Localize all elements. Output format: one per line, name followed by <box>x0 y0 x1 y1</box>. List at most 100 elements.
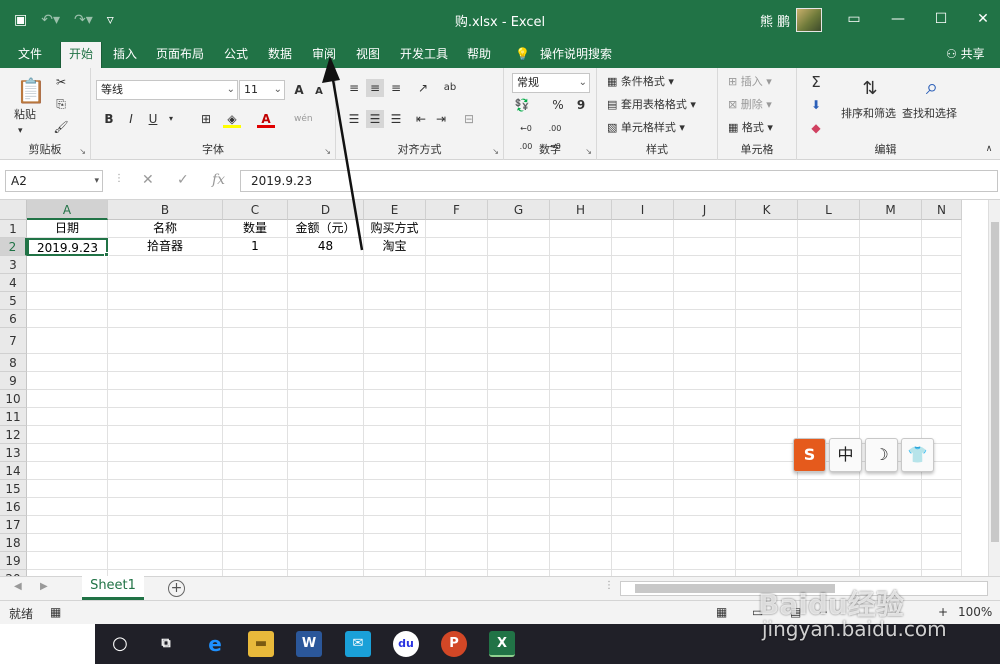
cell-i18[interactable] <box>612 534 674 552</box>
cell-k9[interactable] <box>736 372 798 390</box>
cell-g11[interactable] <box>488 408 550 426</box>
cell-e3[interactable] <box>364 256 426 274</box>
cell-d17[interactable] <box>288 516 364 534</box>
cell-e17[interactable] <box>364 516 426 534</box>
cell-f4[interactable] <box>426 274 488 292</box>
cell-h19[interactable] <box>550 552 612 570</box>
cell-j10[interactable] <box>674 390 736 408</box>
cell-f10[interactable] <box>426 390 488 408</box>
cell-f2[interactable] <box>426 238 488 256</box>
cell-a15[interactable] <box>27 480 108 498</box>
fill-color-icon[interactable]: ◈ <box>223 110 241 128</box>
cell-j17[interactable] <box>674 516 736 534</box>
bold-button[interactable]: B <box>100 110 118 128</box>
cell-n7[interactable] <box>922 328 962 354</box>
cell-e6[interactable] <box>364 310 426 328</box>
cell-g16[interactable] <box>488 498 550 516</box>
cell-h13[interactable] <box>550 444 612 462</box>
powerpoint-icon[interactable]: P <box>441 631 467 657</box>
drag-handle-icon[interactable]: ⋮ <box>114 173 124 184</box>
maximize-button[interactable]: ☐ <box>930 8 952 30</box>
task-view-icon[interactable]: ⧉ <box>153 631 179 657</box>
cell-l8[interactable] <box>798 354 860 372</box>
column-header-d[interactable]: D <box>288 200 364 220</box>
row-header-19[interactable]: 19 <box>0 552 27 570</box>
column-header-l[interactable]: L <box>798 200 860 220</box>
cell-e7[interactable] <box>364 328 426 354</box>
row-header-6[interactable]: 6 <box>0 310 27 328</box>
cell-styles-button[interactable]: ▧ 单元格样式 ▾ <box>607 121 685 135</box>
cell-a8[interactable] <box>27 354 108 372</box>
cell-k18[interactable] <box>736 534 798 552</box>
cell-i14[interactable] <box>612 462 674 480</box>
cell-n9[interactable] <box>922 372 962 390</box>
cell-d5[interactable] <box>288 292 364 310</box>
sort-filter-icon[interactable]: ⇅ <box>855 74 885 104</box>
delete-cells-button[interactable]: ⊠ 删除 ▾ <box>728 98 772 112</box>
cell-d4[interactable] <box>288 274 364 292</box>
cell-k5[interactable] <box>736 292 798 310</box>
cell-e13[interactable] <box>364 444 426 462</box>
cell-d14[interactable] <box>288 462 364 480</box>
mail-icon[interactable]: ✉ <box>345 631 371 657</box>
increase-indent-icon[interactable]: ⇥ <box>432 110 450 128</box>
paste-icon[interactable]: 📋 <box>16 76 46 106</box>
cell-j3[interactable] <box>674 256 736 274</box>
italic-button[interactable]: I <box>122 110 140 128</box>
format-as-table-button[interactable]: ▤ 套用表格格式 ▾ <box>607 98 696 112</box>
cell-i4[interactable] <box>612 274 674 292</box>
cell-c13[interactable] <box>223 444 288 462</box>
cancel-icon[interactable]: ✕ <box>142 172 154 188</box>
file-explorer-icon[interactable]: ▬ <box>248 631 274 657</box>
cell-b13[interactable] <box>108 444 223 462</box>
cell-g14[interactable] <box>488 462 550 480</box>
sogou-logo-icon[interactable]: S <box>793 438 826 472</box>
tab-formulas[interactable]: 公式 <box>224 45 248 63</box>
cell-a11[interactable] <box>27 408 108 426</box>
cell-m15[interactable] <box>860 480 922 498</box>
column-header-n[interactable]: N <box>922 200 962 220</box>
tab-data[interactable]: 数据 <box>268 45 292 63</box>
cell-a6[interactable] <box>27 310 108 328</box>
cell-g17[interactable] <box>488 516 550 534</box>
column-header-k[interactable]: K <box>736 200 798 220</box>
cell-h14[interactable] <box>550 462 612 480</box>
cell-n1[interactable] <box>922 220 962 238</box>
cell-b8[interactable] <box>108 354 223 372</box>
cell-g19[interactable] <box>488 552 550 570</box>
alignment-launcher-icon[interactable]: ↘ <box>492 147 499 156</box>
cell-l10[interactable] <box>798 390 860 408</box>
cell-i3[interactable] <box>612 256 674 274</box>
cell-k2[interactable] <box>736 238 798 256</box>
cell-f13[interactable] <box>426 444 488 462</box>
sheet-tab[interactable]: Sheet1 <box>82 576 144 600</box>
cell-j14[interactable] <box>674 462 736 480</box>
cell-j7[interactable] <box>674 328 736 354</box>
cell-m5[interactable] <box>860 292 922 310</box>
cell-e15[interactable] <box>364 480 426 498</box>
tell-me-search[interactable]: 操作说明搜索 <box>540 45 612 63</box>
cell-i19[interactable] <box>612 552 674 570</box>
cell-b10[interactable] <box>108 390 223 408</box>
cell-b18[interactable] <box>108 534 223 552</box>
row-header-15[interactable]: 15 <box>0 480 27 498</box>
wrap-text-icon[interactable]: ab <box>441 79 459 97</box>
cell-e14[interactable] <box>364 462 426 480</box>
row-header-3[interactable]: 3 <box>0 256 27 274</box>
cell-a10[interactable] <box>27 390 108 408</box>
underline-button[interactable]: U <box>144 110 162 128</box>
cell-n11[interactable] <box>922 408 962 426</box>
cell-b11[interactable] <box>108 408 223 426</box>
cell-g1[interactable] <box>488 220 550 238</box>
cell-g18[interactable] <box>488 534 550 552</box>
cell-m4[interactable] <box>860 274 922 292</box>
cell-m9[interactable] <box>860 372 922 390</box>
cell-d1[interactable]: 金额（元） <box>288 220 364 238</box>
number-format-combo[interactable]: 常规 ⌄ <box>512 73 590 93</box>
cell-n19[interactable] <box>922 552 962 570</box>
cell-m7[interactable] <box>860 328 922 354</box>
minimize-button[interactable]: — <box>887 8 909 30</box>
cell-g3[interactable] <box>488 256 550 274</box>
cell-e12[interactable] <box>364 426 426 444</box>
cell-k15[interactable] <box>736 480 798 498</box>
